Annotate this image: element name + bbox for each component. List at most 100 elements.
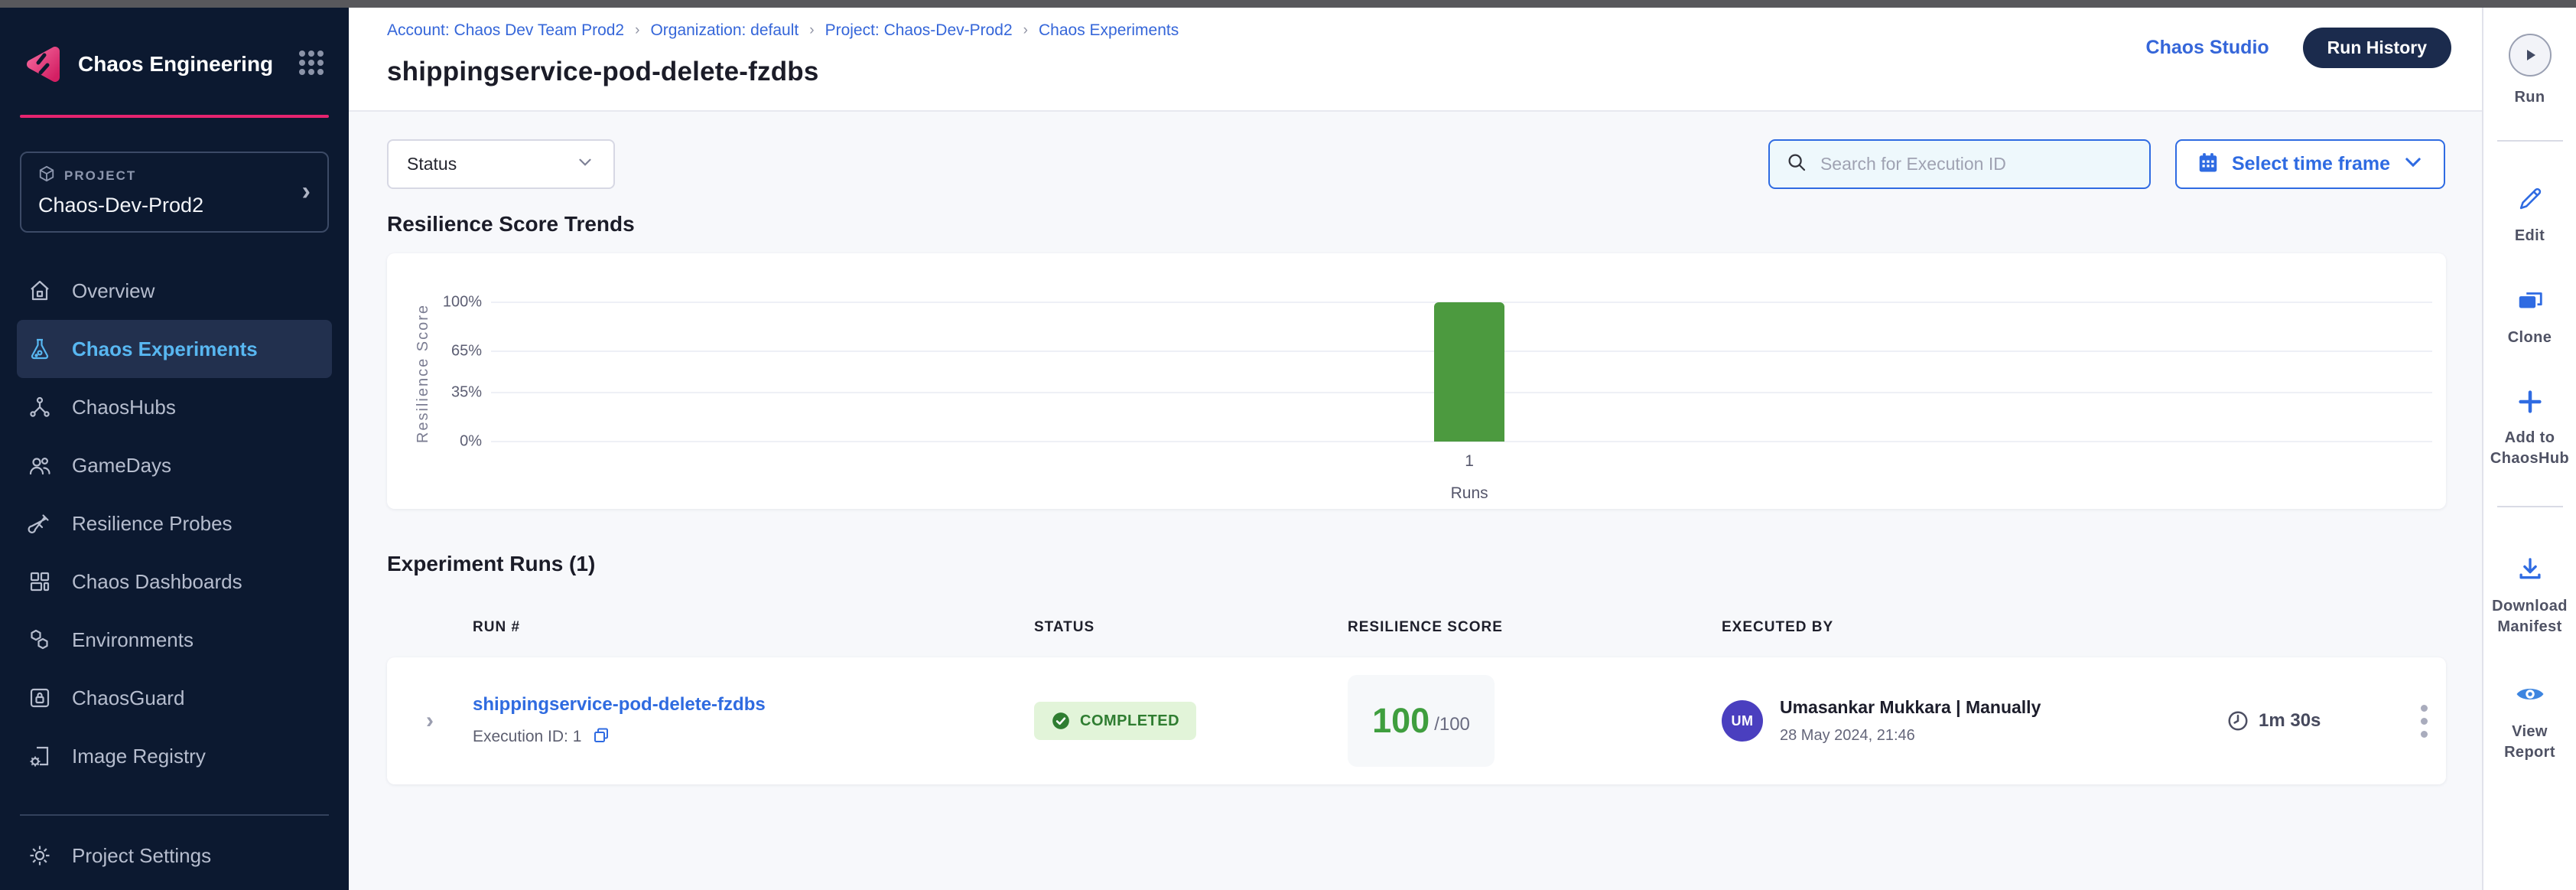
executed-by-cell: UM Umasankar Mukkara | Manually 28 May 2… xyxy=(1722,697,2226,745)
sidebar-item-chaosguard[interactable]: ChaosGuard xyxy=(17,669,332,727)
project-info: PROJECT Chaos-Dev-Prod2 xyxy=(38,165,302,217)
avatar: UM xyxy=(1722,700,1763,742)
module-grid-icon[interactable] xyxy=(295,47,327,83)
row-expand-chevron-icon[interactable]: › xyxy=(426,708,434,734)
clone-icon xyxy=(2516,286,2545,315)
chevron-down-icon xyxy=(2402,152,2424,177)
column-status: STATUS xyxy=(1034,619,1348,636)
sidebar-item-chaos-experiments[interactable]: Chaos Experiments xyxy=(17,320,332,378)
breadcrumb-account-link[interactable]: Account: Chaos Dev Team Prod2 xyxy=(387,21,624,40)
status-filter-label: Status xyxy=(407,154,575,174)
executed-date: 28 May 2024, 21:46 xyxy=(1780,727,2041,745)
resilience-score-chart: Resilience Score 100% 65% 35% 0% 1 Runs xyxy=(387,253,2446,509)
chart-x-axis-label: Runs xyxy=(1451,484,1488,503)
score-cell: 100 /100 xyxy=(1348,675,1722,767)
filter-row: Status Select time frame xyxy=(387,139,2445,189)
y-tick-65: 65% xyxy=(451,342,482,360)
sidebar-item-resilience-probes[interactable]: Resilience Probes xyxy=(17,494,332,553)
copy-icon[interactable] xyxy=(592,726,610,748)
project-cube-icon xyxy=(38,165,55,186)
eye-icon xyxy=(2515,679,2545,709)
y-tick-100: 100% xyxy=(443,294,482,311)
test-tube-icon xyxy=(28,511,52,536)
download-manifest-action[interactable]: Download Manifest xyxy=(2487,555,2573,637)
breadcrumb: Account: Chaos Dev Team Prod2 › Organiza… xyxy=(387,21,2451,40)
project-selector[interactable]: PROJECT Chaos-Dev-Prod2 › xyxy=(20,152,329,233)
status-filter-select[interactable]: Status xyxy=(387,139,615,189)
sidebar-item-label: Chaos Experiments xyxy=(72,337,258,361)
sidebar-item-label: Chaos Dashboards xyxy=(72,570,242,594)
duration-text: 1m 30s xyxy=(2259,710,2321,732)
app-title: Chaos Engineering xyxy=(78,52,278,77)
sidebar-item-chaoshubs[interactable]: ChaosHubs xyxy=(17,378,332,436)
chart-bar[interactable] xyxy=(1434,302,1504,442)
sidebar-item-image-registry[interactable]: Image Registry xyxy=(17,727,332,785)
sidebar-item-label: ChaosGuard xyxy=(72,686,184,710)
chart-plot-area: 100% 65% 35% 0% 1 Runs xyxy=(491,302,2432,442)
column-resilience-score: RESILIENCE SCORE xyxy=(1348,619,1722,636)
breadcrumb-project-link[interactable]: Project: Chaos-Dev-Prod2 xyxy=(825,21,1013,40)
status-badge: COMPLETED xyxy=(1034,702,1196,740)
project-label: PROJECT xyxy=(64,168,136,184)
run-history-button[interactable]: Run History xyxy=(2303,28,2451,68)
sidebar-item-gamedays[interactable]: GameDays xyxy=(17,436,332,494)
execution-id: Execution ID: 1 xyxy=(473,728,581,746)
status-text: COMPLETED xyxy=(1080,712,1179,730)
time-frame-select[interactable]: Select time frame xyxy=(2175,139,2445,189)
gear-icon xyxy=(28,843,52,868)
experiment-runs-title: Experiment Runs (1) xyxy=(387,552,2445,576)
chaos-engineering-logo-icon xyxy=(21,44,61,84)
breadcrumb-organization-link[interactable]: Organization: default xyxy=(650,21,798,40)
time-frame-label: Select time frame xyxy=(2232,153,2390,175)
main-content: Status Select time frame xyxy=(349,112,2482,890)
run-button[interactable] xyxy=(2509,34,2552,77)
project-chevron-right-icon: › xyxy=(302,177,311,207)
breadcrumb-experiments-link[interactable]: Chaos Experiments xyxy=(1039,21,1179,40)
check-circle-icon xyxy=(1051,711,1071,731)
sidebar-item-label: Environments xyxy=(72,628,194,652)
download-icon xyxy=(2516,555,2545,584)
edit-pencil-icon xyxy=(2516,184,2545,214)
chart-y-axis-label: Resilience Score xyxy=(415,304,432,443)
page-header: Account: Chaos Dev Team Prod2 › Organiza… xyxy=(349,8,2482,112)
sidebar-item-project-settings[interactable]: Project Settings xyxy=(17,826,332,885)
y-tick-35: 35% xyxy=(451,384,482,402)
breadcrumb-separator: › xyxy=(1023,22,1028,39)
brand-accent-line xyxy=(20,115,329,118)
y-tick-0: 0% xyxy=(460,433,482,451)
search-input[interactable] xyxy=(1820,154,2134,174)
sidebar-item-environments[interactable]: Environments xyxy=(17,611,332,669)
view-report-action[interactable]: View Report xyxy=(2487,679,2573,763)
sidebar-item-overview[interactable]: Overview xyxy=(17,262,332,320)
download-manifest-label: Download Manifest xyxy=(2487,596,2573,637)
app-screen: Chaos Engineering PROJECT xyxy=(0,0,2576,890)
run-name-cell: shippingservice-pod-delete-fzdbs Executi… xyxy=(473,694,1034,748)
column-executed-by: EXECUTED BY xyxy=(1722,619,2226,636)
runs-table-header: RUN # STATUS RESILIENCE SCORE EXECUTED B… xyxy=(387,619,2445,636)
edit-label: Edit xyxy=(2487,226,2573,246)
chevron-down-icon xyxy=(575,152,595,176)
add-to-chaoshub-action[interactable]: Add to ChaosHub xyxy=(2487,388,2573,469)
resilience-score-box: 100 /100 xyxy=(1348,675,1495,767)
run-name-link[interactable]: shippingservice-pod-delete-fzdbs xyxy=(473,694,766,715)
home-icon xyxy=(28,279,52,303)
sidebar-item-label: Overview xyxy=(72,279,154,303)
resilience-trends-title: Resilience Score Trends xyxy=(387,212,2445,236)
action-rail: Run Edit Clone Add to ChaosHub Download … xyxy=(2482,8,2576,890)
project-name: Chaos-Dev-Prod2 xyxy=(38,194,302,217)
sidebar: Chaos Engineering PROJECT xyxy=(0,8,349,890)
sidebar-item-label: Resilience Probes xyxy=(72,512,233,536)
edit-action[interactable]: Edit xyxy=(2487,184,2573,246)
score-total: /100 xyxy=(1434,714,1470,735)
score-value: 100 xyxy=(1372,701,1429,741)
run-table-row[interactable]: › shippingservice-pod-delete-fzdbs Execu… xyxy=(387,657,2446,784)
rail-divider xyxy=(2497,506,2563,507)
row-menu-kebab-icon[interactable] xyxy=(2402,705,2446,738)
chaos-studio-link[interactable]: Chaos Studio xyxy=(2146,37,2269,59)
lock-icon xyxy=(28,686,52,710)
sidebar-item-chaos-dashboards[interactable]: Chaos Dashboards xyxy=(17,553,332,611)
sidebar-nav: Overview Chaos Experiments ChaosHubs Gam… xyxy=(0,262,349,785)
sidebar-logo-row: Chaos Engineering xyxy=(0,8,349,115)
flask-icon xyxy=(28,337,52,361)
clone-action[interactable]: Clone xyxy=(2487,286,2573,348)
